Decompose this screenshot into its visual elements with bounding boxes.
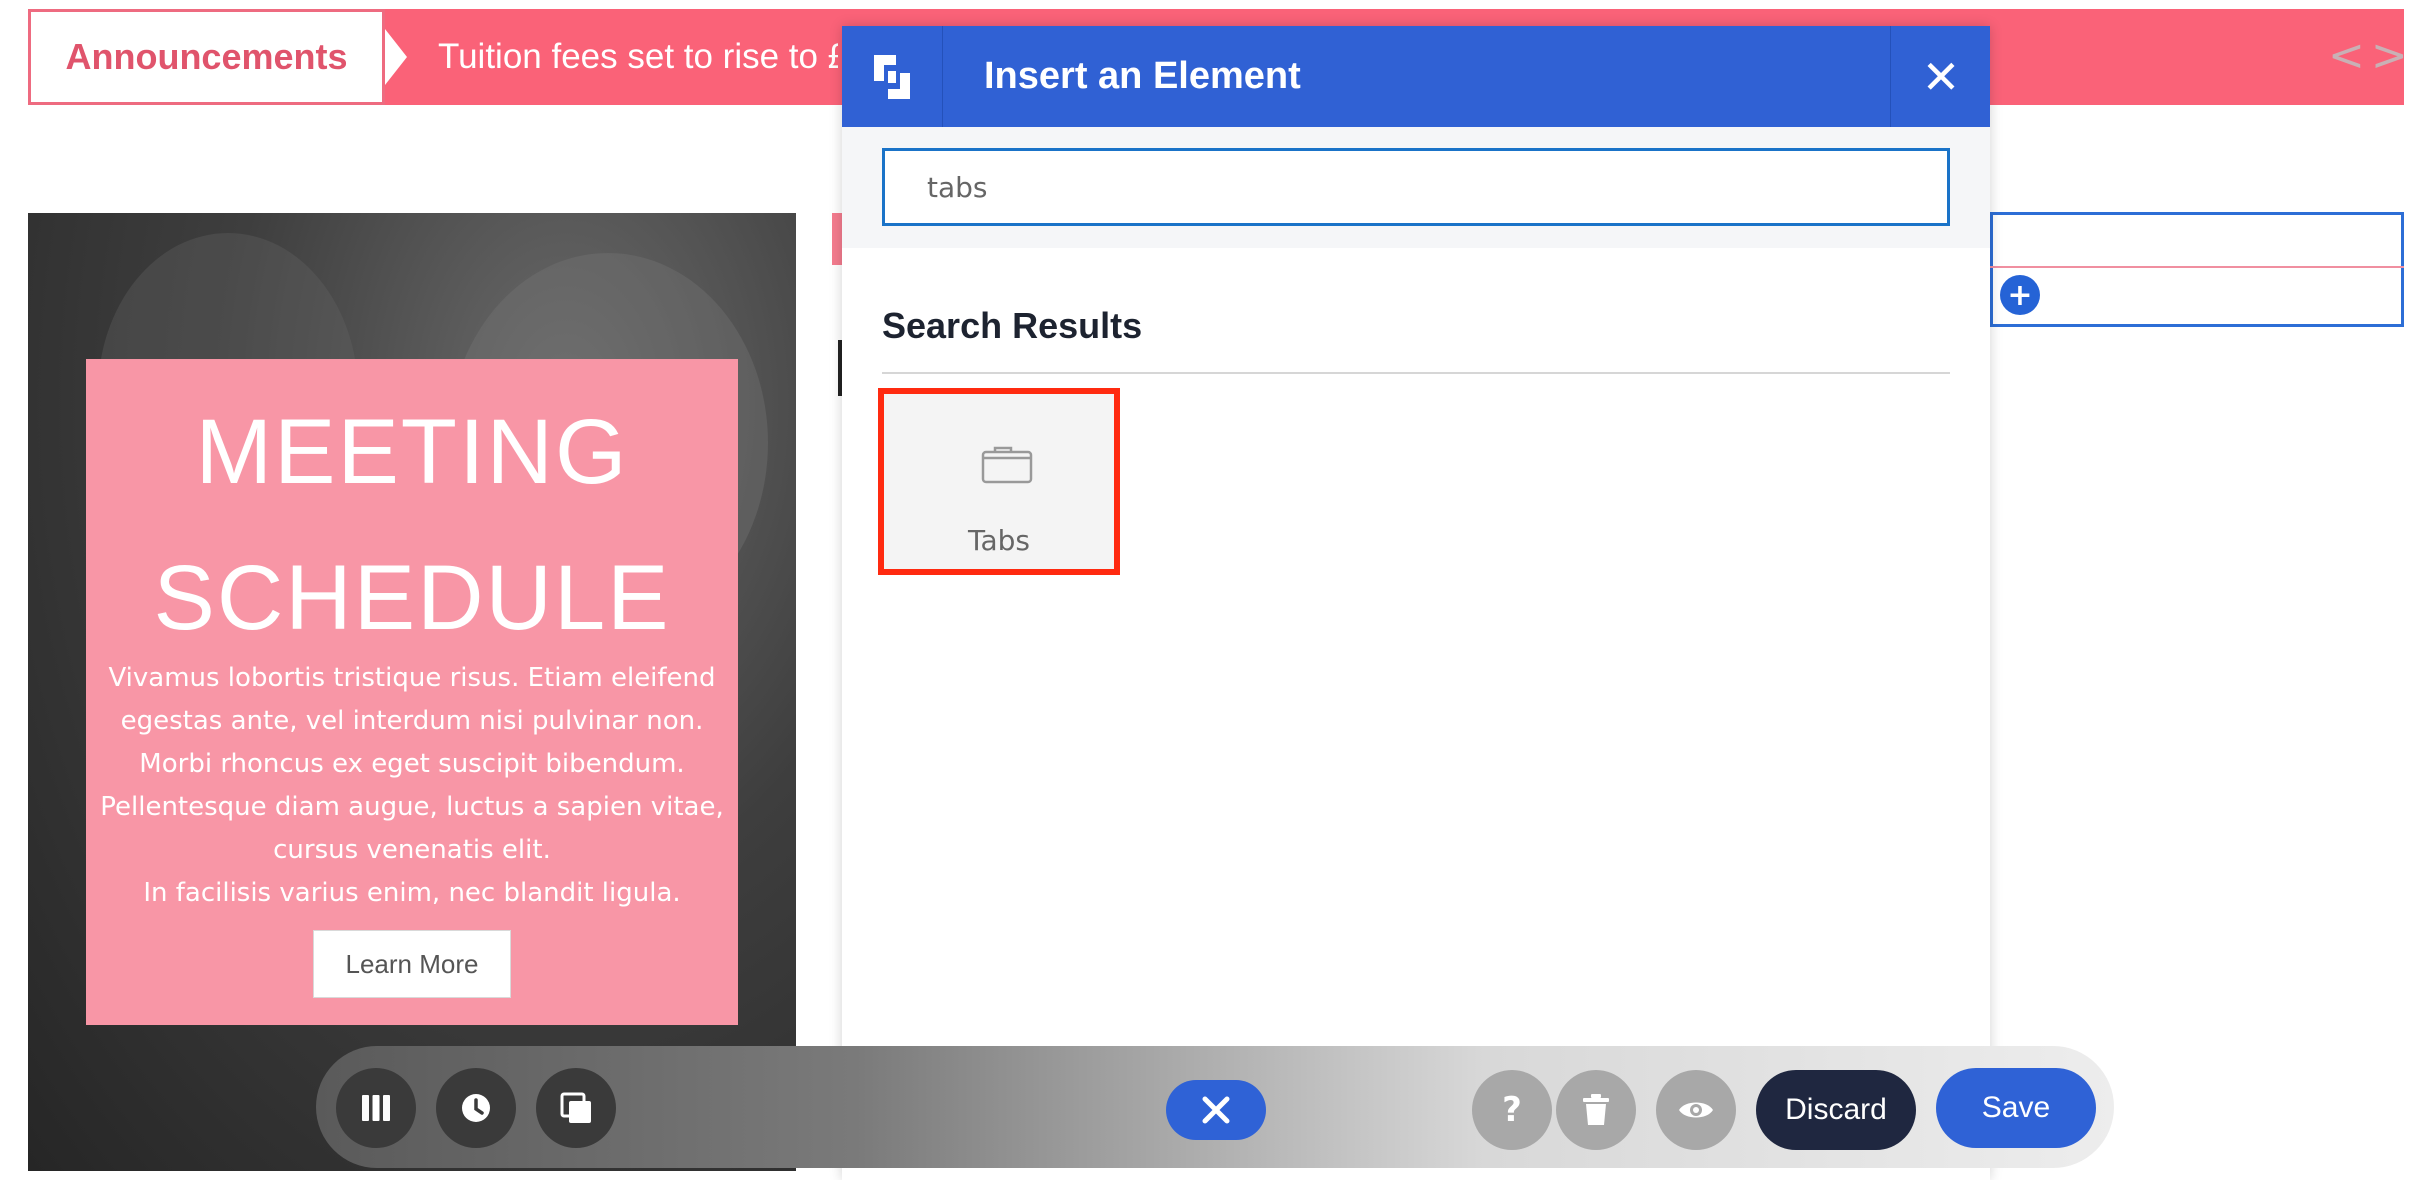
announcement-text[interactable]: Tuition fees set to rise to £ bbox=[438, 9, 838, 105]
results-divider bbox=[882, 372, 1950, 374]
columns-button[interactable] bbox=[336, 1068, 416, 1148]
card-body-line: Vivamus lobortis tristique risus. Etiam … bbox=[108, 663, 716, 693]
preview-button[interactable] bbox=[1656, 1070, 1736, 1150]
close-icon bbox=[1202, 1096, 1230, 1124]
layers-button[interactable] bbox=[536, 1068, 616, 1148]
selected-section-outline[interactable] bbox=[1990, 212, 2404, 327]
modal-close-icon[interactable]: ✕ bbox=[1890, 26, 1991, 127]
trash-icon bbox=[1583, 1094, 1609, 1125]
section-divider bbox=[1990, 266, 2404, 268]
tabs-icon bbox=[981, 446, 1033, 484]
meeting-schedule-card: MEETING SCHEDULE Vivamus lobortis tristi… bbox=[86, 359, 738, 1025]
modal-title: Insert an Element bbox=[984, 55, 1301, 97]
help-button[interactable]: ? bbox=[1472, 1070, 1552, 1150]
eye-icon bbox=[1679, 1102, 1713, 1118]
save-button[interactable]: Save bbox=[1936, 1068, 2096, 1148]
card-title: MEETING SCHEDULE bbox=[153, 401, 671, 649]
card-body-line: egestas ante, vel interdum nisi pulvinar… bbox=[120, 706, 704, 736]
history-icon bbox=[462, 1094, 490, 1122]
search-results-heading: Search Results bbox=[882, 305, 1143, 346]
help-icon: ? bbox=[1502, 1090, 1522, 1130]
builder-logo-icon bbox=[842, 26, 943, 127]
close-toolbar-button[interactable] bbox=[1166, 1080, 1266, 1140]
add-element-plus-icon[interactable]: + bbox=[2000, 275, 2040, 315]
layers-icon bbox=[560, 1092, 591, 1123]
card-body-line: Morbi rhoncus ex eget suscipit bibendum. bbox=[139, 749, 685, 779]
card-body-line: Pellentesque diam augue, luctus a sapien… bbox=[100, 792, 724, 822]
learn-more-button[interactable]: Learn More bbox=[313, 930, 511, 998]
discard-button[interactable]: Discard bbox=[1756, 1070, 1916, 1150]
tile-label: Tabs bbox=[968, 524, 1030, 557]
columns-icon bbox=[362, 1095, 390, 1121]
tabs-element-tile[interactable]: Tabs bbox=[878, 388, 1120, 575]
card-body-line: cursus venenatis elit. bbox=[273, 835, 551, 865]
card-body-line: In facilisis varius enim, nec blandit li… bbox=[143, 878, 681, 908]
card-body: Vivamus lobortis tristique risus. Etiam … bbox=[96, 657, 728, 915]
announcement-label: Announcements bbox=[28, 9, 385, 105]
announcement-arrow bbox=[385, 29, 407, 85]
delete-button[interactable] bbox=[1556, 1070, 1636, 1150]
announcement-nav-arrows-icon[interactable]: <> bbox=[2328, 30, 2414, 81]
element-search-input[interactable] bbox=[882, 148, 1950, 226]
history-button[interactable] bbox=[436, 1068, 516, 1148]
